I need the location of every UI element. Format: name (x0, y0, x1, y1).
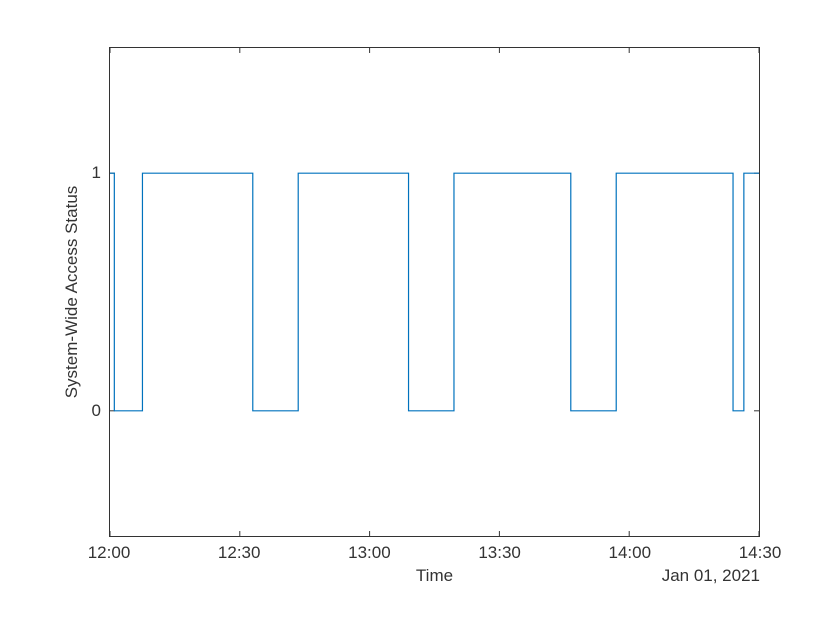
y-tick-label-1: 1 (92, 163, 101, 183)
x-tick-label-4: 14:00 (609, 543, 652, 563)
plot-canvas (110, 48, 759, 536)
x-axis-label: Time (416, 566, 453, 586)
x-tick-label-5: 14:30 (739, 543, 782, 563)
x-ticks (110, 48, 759, 536)
date-label: Jan 01, 2021 (662, 566, 760, 586)
x-tick-label-2: 13:00 (348, 543, 391, 563)
series-line (110, 173, 759, 411)
plot-axes (109, 47, 760, 537)
y-ticks (110, 173, 759, 411)
y-axis-label: System-Wide Access Status (62, 186, 82, 399)
x-tick-label-1: 12:30 (218, 543, 261, 563)
y-tick-label-0: 0 (92, 401, 101, 421)
x-tick-label-0: 12:00 (88, 543, 131, 563)
figure: 0 1 12:00 12:30 13:00 13:30 14:00 14:30 … (0, 0, 840, 630)
x-tick-label-3: 13:30 (478, 543, 521, 563)
